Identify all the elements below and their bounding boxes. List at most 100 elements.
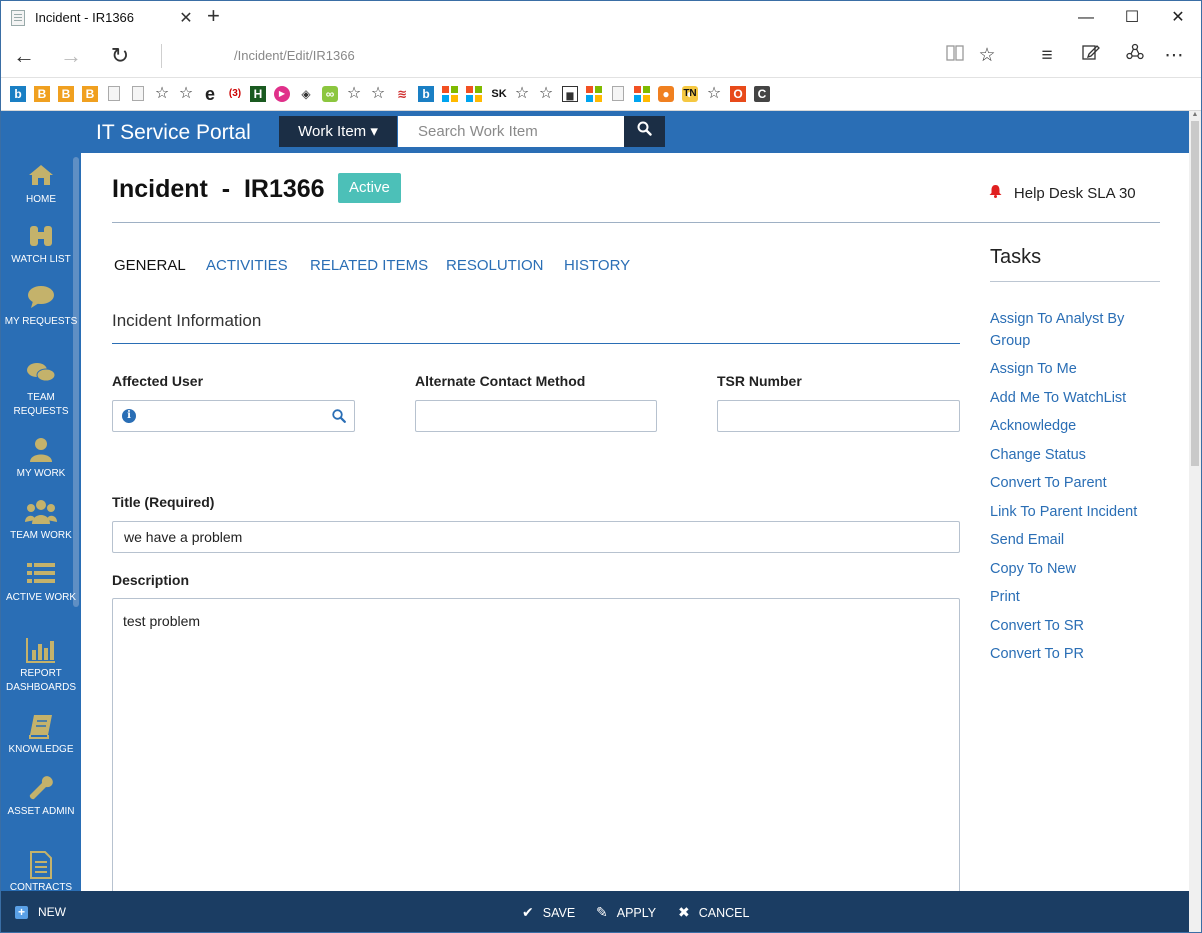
sidebar-item-home[interactable]: HOME: [1, 163, 81, 207]
sidebar-item-active-work[interactable]: ACTIVE WORK: [1, 561, 81, 605]
windows-icon[interactable]: [442, 86, 458, 102]
tn-icon[interactable]: TN: [680, 86, 700, 102]
task-change-status[interactable]: Change Status: [990, 444, 1160, 466]
sk-icon[interactable]: SK: [489, 86, 509, 102]
chart-icon[interactable]: ▆: [562, 86, 578, 102]
work-item-dropdown[interactable]: Work Item ▾: [279, 116, 397, 147]
info-icon[interactable]: i: [122, 409, 136, 423]
alternate-contact-field[interactable]: [415, 400, 657, 432]
task-assign-to-me[interactable]: Assign To Me: [990, 358, 1160, 380]
section-divider: [112, 343, 960, 344]
task-acknowledge[interactable]: Acknowledge: [990, 415, 1160, 437]
window-close-icon[interactable]: ✕: [1155, 1, 1201, 34]
search-work-item-input[interactable]: [398, 116, 624, 147]
page-icon[interactable]: [108, 86, 120, 101]
cancel-button[interactable]: ✖ CANCEL: [678, 891, 749, 932]
favorite-star-icon[interactable]: ☆: [971, 40, 1003, 72]
new-tab-icon[interactable]: +: [207, 5, 220, 27]
three-icon[interactable]: (3): [225, 86, 245, 102]
web-note-icon[interactable]: [1075, 40, 1107, 72]
search-button[interactable]: [624, 116, 665, 147]
h-icon[interactable]: H: [250, 86, 266, 102]
app-title[interactable]: IT Service Portal: [96, 121, 251, 145]
scrollbar-thumb[interactable]: [1191, 121, 1199, 466]
sidebar-item-watch-list[interactable]: WATCH LIST: [1, 223, 81, 267]
blogger-icon[interactable]: B: [82, 86, 98, 102]
sidebar-item-asset-admin[interactable]: ASSET ADMIN: [1, 775, 81, 819]
task-convert-to-pr[interactable]: Convert To PR: [990, 643, 1160, 665]
maximize-icon[interactable]: ☐: [1109, 1, 1155, 34]
star-icon[interactable]: ☆: [370, 86, 386, 102]
task-convert-to-sr[interactable]: Convert To SR: [990, 615, 1160, 637]
blogger-icon[interactable]: B: [58, 86, 74, 102]
tab-activities[interactable]: ACTIVITIES: [206, 257, 288, 274]
close-tab-icon[interactable]: ✕: [171, 8, 201, 28]
sidebar-item-label: TEAM WORK: [10, 530, 72, 541]
task-copy-to-new[interactable]: Copy To New: [990, 558, 1160, 580]
page-scrollbar[interactable]: ▲: [1189, 111, 1201, 932]
tab-resolution[interactable]: RESOLUTION: [446, 257, 544, 274]
sidebar-item-my-work[interactable]: MY WORK: [1, 437, 81, 481]
hub-icon[interactable]: ≡: [1031, 40, 1063, 72]
sidebar-item-team-work[interactable]: TEAM WORK: [1, 499, 81, 543]
minimize-icon[interactable]: —: [1063, 1, 1109, 34]
bing-icon[interactable]: b: [10, 86, 26, 102]
page-icon[interactable]: [612, 86, 624, 101]
wrench-icon: [1, 775, 81, 805]
sidebar-item-knowledge[interactable]: KNOWLEDGE: [1, 713, 81, 757]
star-icon[interactable]: ☆: [538, 86, 554, 102]
blogger-icon[interactable]: B: [34, 86, 50, 102]
page-icon[interactable]: [132, 86, 144, 101]
new-button[interactable]: + NEW: [1, 891, 81, 932]
sidebar-item-report-dashboards[interactable]: REPORT DASHBOARDS: [1, 637, 81, 695]
bing-icon[interactable]: b: [418, 86, 434, 102]
windows-icon[interactable]: [586, 86, 602, 102]
save-button[interactable]: ✔ SAVE: [522, 891, 575, 932]
scroll-up-icon[interactable]: ▲: [1191, 111, 1199, 119]
browser-tab[interactable]: Incident - IR1366 ✕: [1, 1, 201, 34]
windows-icon[interactable]: [634, 86, 650, 102]
task-send-email[interactable]: Send Email: [990, 529, 1160, 551]
affected-user-field[interactable]: i: [112, 400, 355, 432]
tsr-number-field[interactable]: [717, 400, 960, 432]
play-icon[interactable]: ▶: [274, 86, 290, 102]
sidebar-item-contracts[interactable]: CONTRACTS: [1, 851, 81, 891]
apply-button[interactable]: ✎ APPLY: [596, 891, 656, 932]
star-icon[interactable]: ☆: [154, 86, 170, 102]
windows-icon[interactable]: [466, 86, 482, 102]
ie-icon[interactable]: e: [202, 85, 218, 103]
description-label: Description: [112, 572, 190, 588]
description-field[interactable]: test problem: [112, 598, 960, 891]
forward-icon[interactable]: →: [53, 40, 89, 72]
sidebar-item-team-requests[interactable]: TEAM REQUESTS: [1, 361, 81, 419]
address-bar[interactable]: /Incident/Edit/IR1366: [161, 44, 921, 68]
star-icon[interactable]: ☆: [514, 86, 530, 102]
star-icon[interactable]: ☆: [178, 86, 194, 102]
task-add-me-to-watchlist[interactable]: Add Me To WatchList: [990, 387, 1160, 409]
refresh-icon[interactable]: ↻: [102, 40, 138, 72]
red-icon[interactable]: ≋: [394, 86, 410, 102]
tab-general[interactable]: GENERAL: [114, 257, 186, 274]
task-print[interactable]: Print: [990, 586, 1160, 608]
tab-history[interactable]: HISTORY: [564, 257, 630, 274]
sidebar-item-my-requests[interactable]: MY REQUESTS: [1, 285, 81, 329]
tab-related-items[interactable]: RELATED ITEMS: [310, 257, 428, 274]
share-icon[interactable]: [1119, 40, 1151, 72]
action-bar: ✔ SAVE ✎ APPLY ✖ CANCEL: [81, 891, 1189, 932]
office-icon[interactable]: O: [730, 86, 746, 102]
c-icon[interactable]: C: [754, 86, 770, 102]
back-icon[interactable]: ←: [6, 40, 42, 72]
search-icon[interactable]: [332, 401, 346, 434]
orange-icon[interactable]: ●: [658, 86, 674, 102]
star-icon[interactable]: ☆: [706, 86, 722, 102]
reading-view-icon[interactable]: [939, 40, 971, 72]
task-assign-to-analyst-by-group[interactable]: Assign To Analyst By Group: [990, 308, 1160, 352]
diamond-icon[interactable]: ◈: [298, 86, 314, 102]
star-icon[interactable]: ☆: [346, 86, 362, 102]
task-convert-to-parent[interactable]: Convert To Parent: [990, 472, 1160, 494]
more-icon[interactable]: ⋯: [1158, 40, 1190, 72]
chain-icon[interactable]: ∞: [322, 86, 338, 102]
task-link-to-parent-incident[interactable]: Link To Parent Incident: [990, 501, 1160, 523]
sla-indicator: Help Desk SLA 30: [989, 184, 1136, 202]
title-field[interactable]: we have a problem: [112, 521, 960, 553]
